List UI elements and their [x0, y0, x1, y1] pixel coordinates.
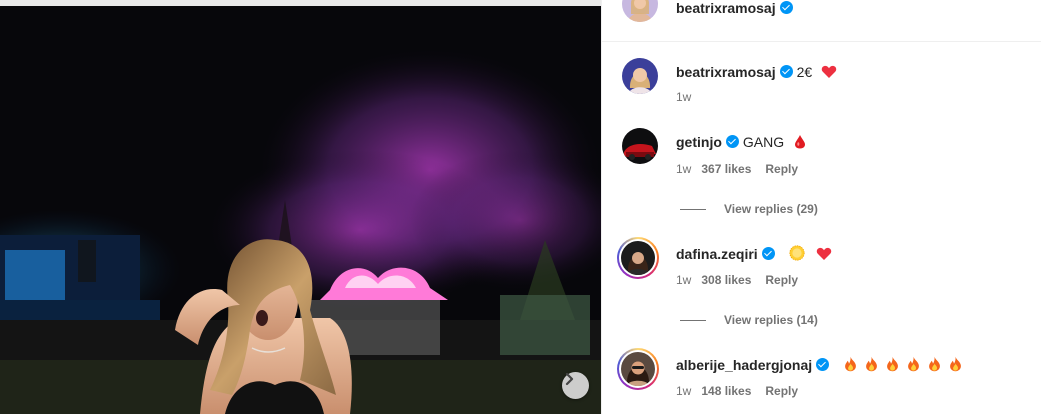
replies-dash: [680, 209, 706, 211]
reply-button[interactable]: Reply: [765, 162, 798, 176]
post-header: beatrixramosaj: [602, 0, 1041, 42]
view-replies-label: View replies (14): [724, 313, 818, 327]
author-avatar[interactable]: [622, 0, 658, 22]
verified-badge-icon: [816, 358, 830, 371]
red-heart-icon: [821, 65, 837, 78]
comment-username[interactable]: beatrixramosaj: [676, 64, 776, 80]
fire-icon: [866, 356, 877, 372]
fire-icon: [845, 356, 856, 372]
author-avatar-image: [622, 0, 658, 22]
post-media[interactable]: [0, 0, 601, 414]
commenter-avatar-image: [622, 58, 658, 94]
commenter-avatar-image: [621, 241, 655, 275]
comment-likes[interactable]: 367 likes: [701, 162, 751, 176]
comment-age: 1w: [676, 384, 692, 398]
view-replies-label: View replies (29): [724, 202, 818, 216]
next-image-button[interactable]: [562, 372, 589, 399]
reply-button[interactable]: Reply: [765, 273, 798, 287]
commenter-avatar-image: [621, 352, 655, 386]
comment-text: 2€: [796, 64, 813, 80]
comment-username[interactable]: alberije_hadergjonaj: [676, 357, 812, 373]
verified-badge-icon: [725, 135, 739, 148]
commenter-avatar[interactable]: [622, 128, 658, 164]
commenter-avatar[interactable]: [617, 348, 659, 390]
comment-likes[interactable]: 148 likes: [701, 384, 751, 398]
commenter-avatar[interactable]: [622, 58, 658, 94]
fire-icon: [929, 356, 940, 372]
fire-icon: [908, 356, 919, 372]
concert-photo: [0, 6, 601, 414]
comment-age: 1w: [676, 90, 692, 104]
verified-badge-icon: [779, 1, 793, 14]
comment-likes[interactable]: 308 likes: [701, 273, 751, 287]
commenter-avatar[interactable]: [617, 237, 659, 279]
view-replies-button[interactable]: View replies (29): [680, 202, 818, 216]
fire-icon: [887, 356, 898, 372]
verified-badge-icon: [779, 65, 793, 78]
fire-emoji-row: [837, 356, 963, 373]
verified-badge-icon: [761, 247, 775, 260]
comment-age: 1w: [676, 273, 692, 287]
replies-dash: [680, 320, 706, 322]
red-heart-icon: [817, 247, 832, 260]
comments-panel: beatrixramosaj beatrixramosaj 2€ 1w geti…: [601, 0, 1041, 414]
fire-icon: [950, 356, 961, 372]
sun-icon: [788, 245, 805, 261]
view-replies-button[interactable]: View replies (14): [680, 313, 818, 327]
chevron-right-icon: [565, 372, 574, 386]
comment-username[interactable]: getinjo: [676, 134, 722, 150]
comment-text: GANG: [742, 134, 785, 150]
drop-of-blood-icon: [795, 135, 806, 149]
comment-username[interactable]: dafina.zeqiri: [676, 246, 758, 262]
comment-age: 1w: [676, 162, 692, 176]
commenter-avatar-image: [622, 128, 658, 164]
post-author-username[interactable]: beatrixramosaj: [676, 0, 776, 16]
reply-button[interactable]: Reply: [765, 384, 798, 398]
